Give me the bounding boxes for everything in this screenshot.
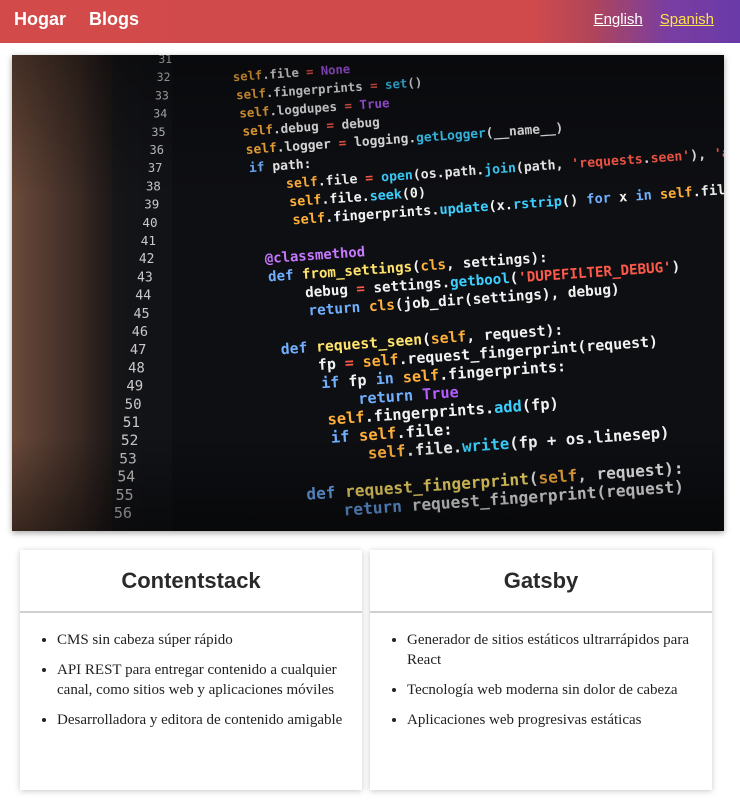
top-navbar: Hogar Blogs English Spanish: [0, 0, 740, 43]
list-item: CMS sin cabeza súper rápido: [57, 630, 348, 650]
nav-blogs-link[interactable]: Blogs: [89, 9, 139, 29]
list-item: Generador de sitios estáticos ultrarrápi…: [407, 630, 698, 670]
card-header: Gatsby: [370, 550, 712, 613]
feature-list: CMS sin cabeza súper rápido API REST par…: [20, 613, 362, 730]
nav-home-link[interactable]: Hogar: [14, 9, 66, 29]
feature-list: Generador de sitios estáticos ultrarrápi…: [370, 613, 712, 730]
language-english-link[interactable]: English: [594, 11, 643, 29]
language-spanish-link[interactable]: Spanish: [660, 11, 714, 29]
contentstack-card: Contentstack CMS sin cabeza súper rápido…: [20, 550, 362, 790]
card-title: Gatsby: [503, 567, 579, 593]
card-header: Contentstack: [20, 550, 362, 613]
list-item: Aplicaciones web progresivas estáticas: [407, 710, 698, 730]
code-editor-photo: 3132self.file = None33self.fingerprints …: [12, 55, 724, 531]
hero-image: 3132self.file = None33self.fingerprints …: [12, 55, 724, 531]
card-title: Contentstack: [121, 567, 261, 593]
list-item: API REST para entregar contenido a cualq…: [57, 660, 348, 700]
gatsby-card: Gatsby Generador de sitios estáticos ult…: [370, 550, 712, 790]
list-item: Tecnología web moderna sin dolor de cabe…: [407, 680, 698, 700]
list-item: Desarrolladora y editora de contenido am…: [57, 710, 348, 730]
main-nav: Hogar Blogs: [14, 9, 139, 29]
language-switcher: English Spanish: [594, 11, 714, 29]
